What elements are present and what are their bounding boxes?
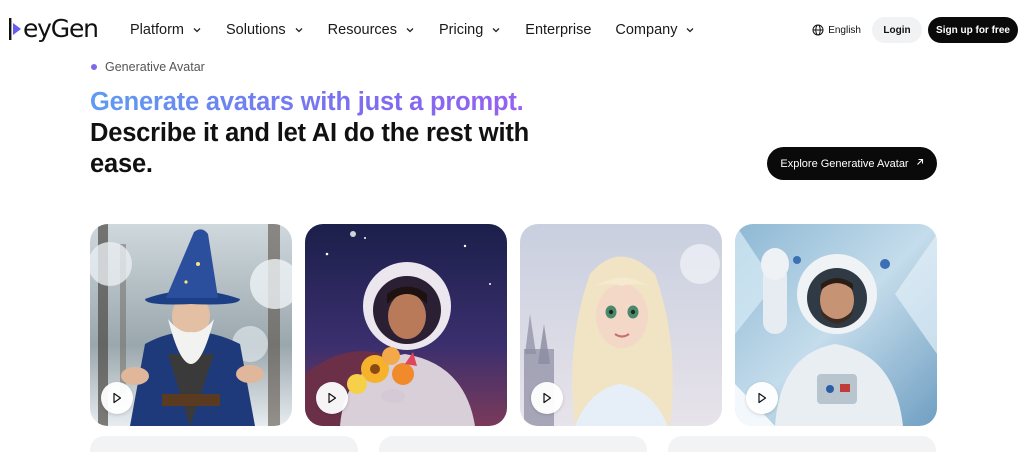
nav-item-company[interactable]: Company	[615, 18, 695, 42]
avatar-card-wizard[interactable]	[90, 224, 292, 426]
feature-tabs-row	[90, 436, 957, 452]
bullet-dot-icon	[91, 64, 97, 70]
globe-icon	[812, 24, 824, 36]
nav-item-resources[interactable]: Resources	[328, 18, 415, 42]
play-button[interactable]	[746, 382, 778, 414]
chevron-down-icon	[294, 25, 304, 35]
nav-item-solutions[interactable]: Solutions	[226, 18, 304, 42]
nav-actions: English Login Sign up for free	[812, 17, 1018, 43]
nav-item-label: Enterprise	[525, 22, 592, 38]
nav-item-pricing[interactable]: Pricing	[439, 18, 501, 42]
play-icon	[113, 392, 122, 404]
nav-item-enterprise[interactable]: Enterprise	[525, 18, 591, 42]
headline-gradient-text: Generate avatars with just a prompt.	[90, 87, 560, 118]
hero-headline: Generate avatars with just a prompt. Des…	[90, 87, 560, 180]
nav-item-label: Platform	[130, 22, 184, 38]
explore-button-label: Explore Generative Avatar	[780, 157, 909, 170]
avatar-gallery	[90, 224, 950, 426]
nav-item-label: Company	[615, 22, 678, 38]
chevron-down-icon	[685, 25, 695, 35]
play-icon	[328, 392, 337, 404]
heygen-logo[interactable]: eyGen	[8, 14, 99, 44]
feature-tab[interactable]	[668, 436, 936, 452]
play-button[interactable]	[316, 382, 348, 414]
play-icon	[543, 392, 552, 404]
avatar-card-ice-astronaut[interactable]	[735, 224, 937, 426]
feature-tab[interactable]	[90, 436, 358, 452]
play-button[interactable]	[101, 382, 133, 414]
language-label: English	[828, 24, 861, 36]
logo-mark-icon	[8, 15, 22, 43]
signup-button[interactable]: Sign up for free	[928, 17, 1018, 43]
play-button[interactable]	[531, 382, 563, 414]
nav-item-platform[interactable]: Platform	[130, 18, 202, 42]
explore-generative-avatar-button[interactable]: Explore Generative Avatar	[767, 147, 937, 180]
feature-tab[interactable]	[379, 436, 647, 452]
chevron-down-icon	[491, 25, 501, 35]
nav-item-label: Pricing	[438, 22, 484, 38]
chevron-down-icon	[405, 25, 415, 35]
section-eyebrow: Generative Avatar	[91, 60, 205, 74]
play-icon	[758, 392, 767, 404]
nav-item-label: Resources	[327, 22, 397, 38]
nav-menu: Platform Solutions Resources Pricing Ent…	[130, 18, 719, 42]
logo-text: eyGen	[23, 14, 99, 43]
headline-body-text: Describe it and let AI do the rest with …	[90, 119, 529, 178]
nav-item-label: Solutions	[226, 22, 286, 38]
chevron-down-icon	[192, 25, 202, 35]
top-navigation: eyGen Platform Solutions Resources Prici…	[0, 0, 1024, 60]
eyebrow-label: Generative Avatar	[105, 60, 205, 74]
avatar-card-astronaut-flowers[interactable]	[305, 224, 507, 426]
avatar-card-princess[interactable]	[520, 224, 722, 426]
arrow-up-right-icon	[916, 158, 924, 169]
language-selector[interactable]: English	[812, 24, 861, 36]
login-button[interactable]: Login	[872, 17, 922, 43]
